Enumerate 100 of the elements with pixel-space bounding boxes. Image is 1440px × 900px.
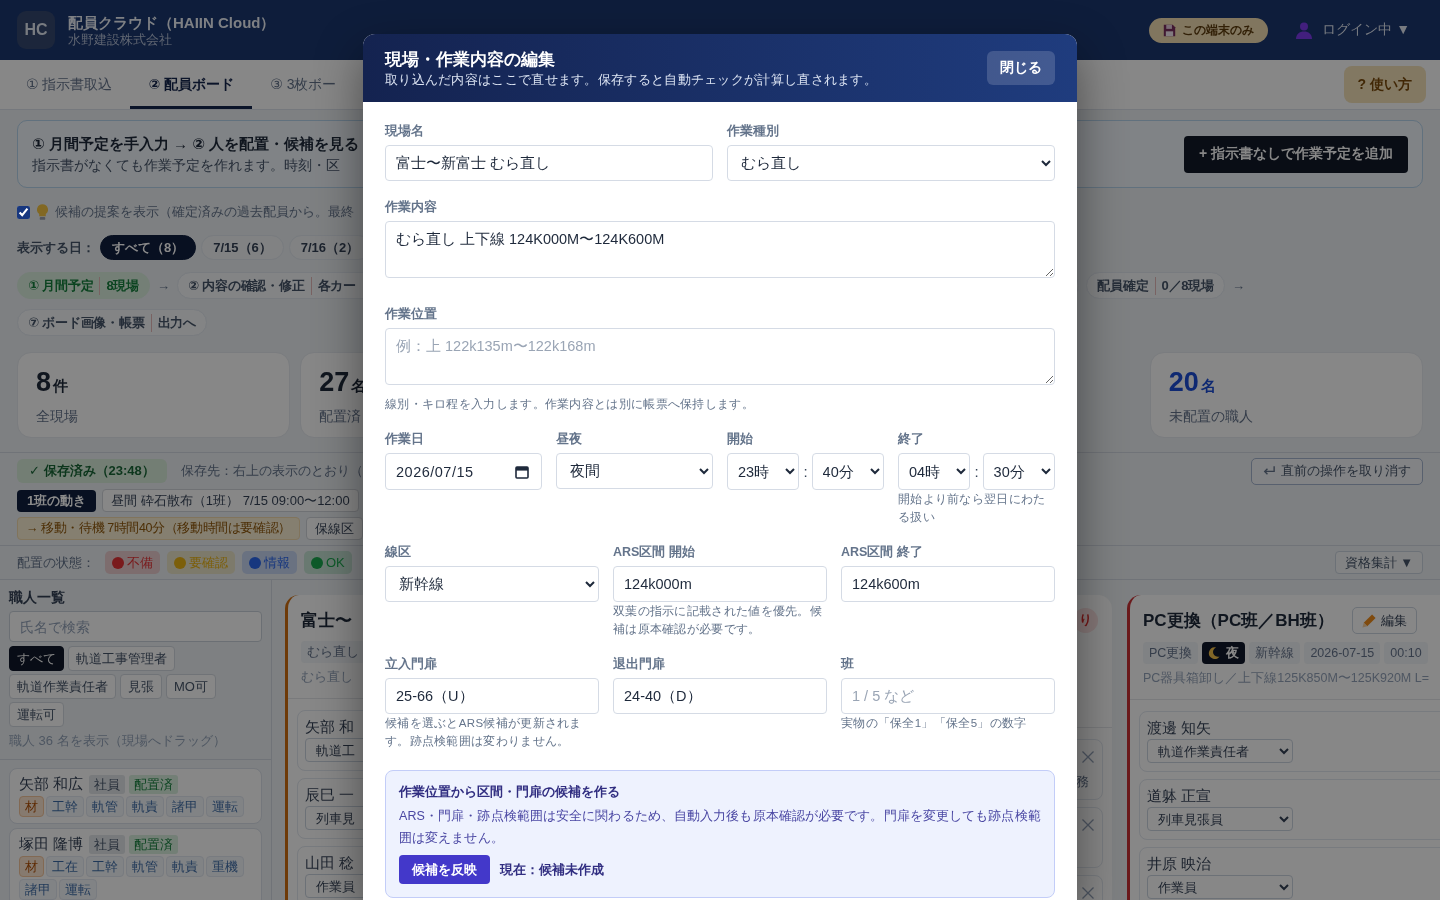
intro-description: 指示書がなくても作業予定を作れます。時刻・区 [32, 155, 341, 175]
day-filter-chip[interactable]: 7/15（6） [201, 235, 284, 260]
remove-button[interactable] [1081, 750, 1095, 764]
remove-button[interactable] [1081, 818, 1095, 832]
role-select[interactable]: 列車見張員 [1147, 807, 1293, 831]
role-select[interactable]: 軌道作業責任者 [1147, 739, 1293, 763]
role-filter-chip[interactable]: 運転可 [9, 702, 64, 727]
storage-mode-button[interactable]: この端末のみ [1149, 17, 1269, 43]
field-label: 退出門扉 [613, 656, 666, 672]
suggestions-checkbox[interactable] [17, 205, 30, 219]
search-field[interactable]: 氏名で検索 [9, 611, 262, 642]
dialog-title: 現場・作業内容の編集 [385, 48, 556, 69]
qualification-tag: 運転 [206, 796, 244, 817]
worker-name: 矢部 和 [305, 718, 355, 735]
apply-candidate-button[interactable]: 候補を反映 [399, 855, 490, 884]
hour-select[interactable]: 04時 [898, 453, 971, 490]
minute-select[interactable]: 30分 [982, 453, 1055, 490]
site-tag: むら直し [301, 641, 365, 663]
close-icon [1082, 887, 1094, 899]
field-label: 作業内容 [385, 199, 438, 215]
remove-button[interactable] [1081, 886, 1095, 900]
candidate-description: ARS・門扉・跡点検範囲は安全に関わるため、自動入力後も原本確認が必要です。門扉を変更しても跡点検範囲は変えません。 [399, 808, 1041, 847]
user-menu-button[interactable]: ログイン中 ▼ [1296, 21, 1410, 39]
select-field[interactable]: 新幹線 [385, 566, 599, 602]
text-field[interactable]: 124k000m [613, 566, 827, 602]
close-button[interactable]: 閉じる [987, 51, 1055, 85]
role-filter-chip[interactable]: MO可 [166, 674, 216, 699]
schedule-chip: 昼間 砕石散布（1班） 7/15 09:00〜12:00 [102, 489, 359, 512]
employment-tag: 社員 [89, 774, 126, 794]
qualification-tag: 軌責 [126, 796, 164, 817]
close-icon [1082, 819, 1094, 831]
save-location-text: 保存先：右上の表示のとおり（ [180, 462, 363, 480]
role-filter-chip[interactable]: すべて [9, 646, 64, 671]
qualification-summary-button[interactable]: 資格集計 ▼ [1334, 551, 1423, 574]
text-area-field[interactable]: 例：上 122k135m〜122k168m [385, 328, 1055, 385]
worker-name: 山田 稔 [305, 854, 355, 871]
qualification-tag: 軌責 [166, 856, 204, 877]
assignment-status-tag: 配置済 [129, 774, 179, 794]
nav-tab[interactable]: ① 指示書取込 [8, 60, 131, 109]
minute-select[interactable]: 40分 [811, 453, 884, 490]
select-field[interactable]: むら直し [727, 145, 1055, 181]
status-label: 要確認 [189, 553, 228, 572]
workflow-step[interactable]: ① 月間予定 8現場 [17, 272, 151, 299]
worker-name: 辰巳 一 [305, 786, 355, 803]
text-field[interactable]: 富士〜新富士 むら直し [385, 145, 713, 181]
candidate-status: 現在：候補未作成 [500, 860, 604, 879]
team-label: 1班の動き [17, 489, 97, 512]
field-label: 線区 [385, 544, 412, 560]
time-separator: : [803, 463, 808, 480]
workflow-step[interactable]: ⑦ ボード画像・帳票 出力へ [17, 309, 208, 336]
edit-button[interactable]: 編集 [1351, 607, 1417, 634]
worker-card[interactable]: 塚田 隆博 社員 配置済 材 工在 工幹 軌管 軌責 重機 諸甲 運転 [9, 828, 262, 900]
site-tag: PC更換 [1143, 642, 1199, 664]
stat-label: 未配置の職人 [1168, 408, 1253, 426]
qualification-tag: 運転 [59, 879, 97, 900]
undo-button[interactable]: 直前の操作を取り消す [1251, 457, 1423, 485]
calendar-icon [515, 464, 529, 479]
qualification-tag: 軌管 [126, 856, 164, 877]
step-arrow: → [157, 278, 171, 293]
hour-select[interactable]: 23時 [727, 453, 800, 490]
stat-value: 20名 [1168, 366, 1216, 399]
intro-title: ① 月間予定を手入力 → ② 人を配置・候補を見る [32, 133, 360, 154]
date-field[interactable]: 2026/07/15 [385, 453, 542, 490]
field-hint: 候補を選ぶとARS候補が更新されます。跡点検範囲は変わりません。 [385, 716, 583, 749]
role-filter-chip[interactable]: 軌道工事管理者 [68, 646, 175, 671]
role-select[interactable]: 作業員 [1147, 875, 1293, 899]
time-separator: : [974, 463, 979, 480]
text-area-field[interactable]: むら直し 上下線 124K000M〜124K600M [385, 221, 1055, 278]
text-field[interactable]: 24-40（D） [613, 678, 827, 714]
qualification-tag: 諸甲 [19, 879, 57, 900]
close-icon [1082, 751, 1094, 763]
suggestions-label: 候補の提案を表示（確定済みの過去配員から。最終 [55, 203, 354, 221]
help-button[interactable]: ? 使い方 [1343, 66, 1426, 103]
qualification-tag: 材 [19, 856, 44, 877]
text-field[interactable]: 124k600m [841, 566, 1055, 602]
add-schedule-button[interactable]: + 指示書なしで作業予定を追加 [1183, 135, 1408, 173]
worker-card[interactable]: 矢部 和広 社員 配置済 材 工幹 軌管 軌責 諸甲 運転 [9, 768, 262, 824]
text-field[interactable]: 25-66（U） [385, 678, 599, 714]
field-label: ARS区間 開始 [613, 544, 696, 560]
panel-title: 職人一覧 [9, 588, 66, 606]
text-field[interactable]: 1 / 5 など [841, 678, 1055, 714]
user-icon [1296, 21, 1313, 39]
nav-tab[interactable]: ③ 3枚ボー [252, 60, 355, 109]
field-label: 現場名 [385, 123, 425, 139]
site-tag: 新幹線 [1249, 642, 1301, 664]
field-label: 班 [841, 656, 855, 672]
role-filter-chip[interactable]: 軌道作業責任者 [9, 674, 116, 699]
candidate-title: 作業位置から区間・門扉の候補を作る [399, 783, 621, 801]
worker-name: 道躰 正宣 [1147, 787, 1212, 804]
day-filter-chip[interactable]: すべて（8） [100, 235, 197, 260]
nav-tab[interactable]: ② 配員ボード [130, 60, 253, 109]
app-logo: HC [17, 11, 55, 49]
workflow-step[interactable]: 配員確定 0／8現場 [1086, 272, 1225, 299]
stat-label: 全現場 [36, 408, 78, 426]
worker-note: 務 [1076, 773, 1089, 791]
field-label: 作業種別 [727, 123, 780, 139]
app-title: 配員クラウド（HAIIN Cloud） [68, 12, 276, 32]
role-filter-chip[interactable]: 見張 [120, 674, 162, 699]
select-field[interactable]: 夜間 [556, 453, 713, 489]
day-filter-label: 表示する日： [17, 238, 95, 257]
